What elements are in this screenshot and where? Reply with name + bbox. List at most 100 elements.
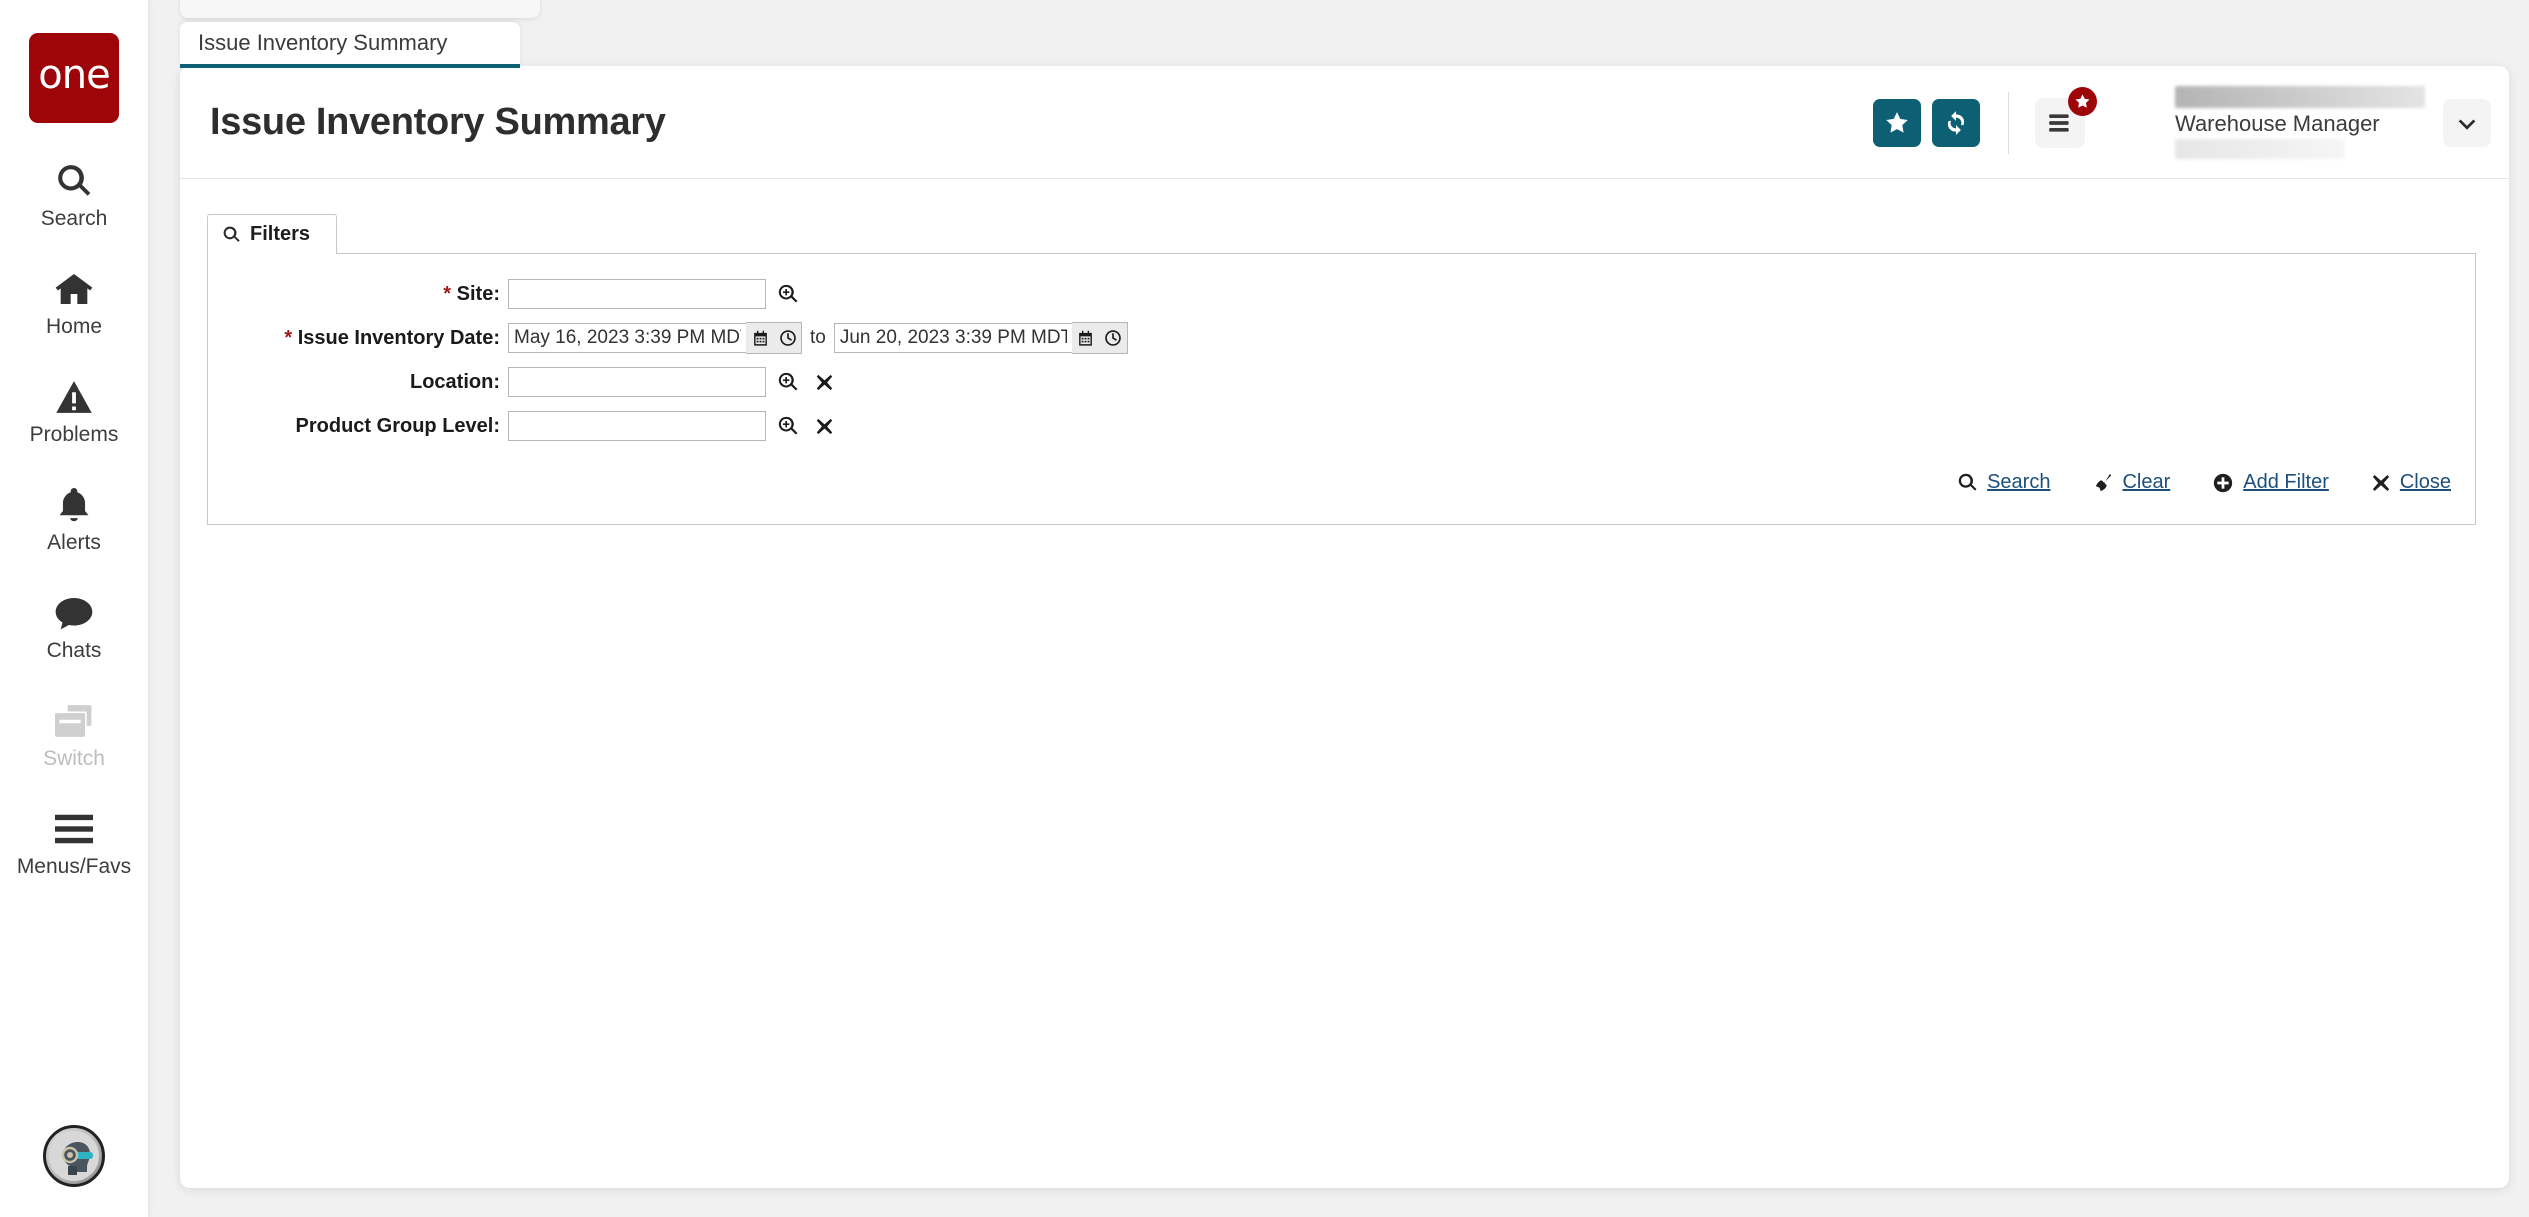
tabbar-filler [337, 253, 2476, 254]
magnify-plus-icon [778, 284, 798, 303]
sidebar-item-chats[interactable]: Chats [0, 591, 148, 663]
sidebar-item-menus-favs[interactable]: Menus/Favs [0, 807, 148, 879]
filter-actions: Search Clear Add Filter Close [208, 453, 2475, 502]
header-divider [2008, 91, 2009, 154]
sidebar-item-label: Alerts [47, 531, 101, 554]
ai-head-avatar [49, 1131, 99, 1181]
add-filter-button[interactable]: Add Filter [2212, 471, 2329, 494]
avatar[interactable] [43, 1125, 105, 1187]
tab-filters[interactable]: Filters [207, 214, 338, 254]
close-button-label: Close [2399, 471, 2451, 493]
required-asterisk: * [284, 326, 293, 349]
user-name-redacted [2175, 86, 2425, 108]
filters-panel: Filters * Site: * Issue Inventory Date: … [207, 214, 2476, 525]
site-input[interactable] [508, 279, 766, 309]
location-lookup-button[interactable] [776, 370, 800, 394]
site-lookup-button[interactable] [776, 282, 800, 306]
sidebar-item-label: Menus/Favs [16, 855, 132, 878]
filter-label-text: Issue Inventory Date: [297, 326, 500, 349]
user-org-redacted [2175, 139, 2345, 159]
home-icon [54, 267, 94, 311]
sidebar-item-home[interactable]: Home [0, 267, 148, 339]
tab-filters-label: Filters [250, 223, 311, 245]
chevron-down-icon [2458, 119, 2476, 130]
close-x-icon [816, 374, 832, 390]
results-area [180, 525, 2509, 1085]
main-window: Issue Inventory Summary Warehouse Manage… [180, 66, 2509, 1188]
clear-button[interactable]: Clear [2092, 471, 2170, 494]
refresh-button[interactable] [1932, 98, 1980, 147]
star-icon [2075, 93, 2090, 108]
sidebar-item-switch[interactable]: Switch [0, 699, 148, 771]
close-x-icon [2372, 474, 2389, 491]
filter-label-text: Site: [456, 282, 500, 305]
filters-body: * Site: * Issue Inventory Date: May 16, … [207, 253, 2476, 525]
sidebar-item-label: Problems [29, 423, 119, 446]
hamburger-icon [55, 807, 93, 851]
favorite-button[interactable] [1873, 98, 1921, 147]
issue-date-from-input[interactable] [508, 323, 746, 353]
switch-icon [55, 699, 93, 743]
sidebar-item-alerts[interactable]: Alerts [0, 483, 148, 555]
magnify-plus-icon [778, 372, 798, 391]
background-tab-strip [180, 0, 540, 18]
product-group-level-lookup-button[interactable] [776, 414, 800, 438]
sidebar-item-label: Home [45, 315, 103, 338]
product-group-level-input[interactable] [508, 411, 766, 441]
search-icon [223, 226, 240, 242]
plus-circle-icon [2214, 473, 2233, 492]
sidebar-item-label: Chats [46, 639, 102, 662]
status-badge [2068, 86, 2097, 116]
filter-label-location: Location: [410, 370, 500, 393]
warning-icon [55, 375, 93, 419]
issue-date-to-calendar-button[interactable] [1071, 322, 1100, 354]
menu-favorites-button[interactable] [2035, 86, 2097, 148]
issue-date-from-calendar-button[interactable] [746, 322, 774, 354]
filter-label-issue-inventory-date: * Issue Inventory Date: [208, 327, 508, 350]
calendar-icon [1079, 330, 1093, 346]
date-range-separator: to [810, 327, 826, 348]
user-role-label: Warehouse Manager [2175, 111, 2380, 136]
filters-tabbar: Filters [207, 214, 2476, 254]
clock-icon [1105, 330, 1122, 346]
filter-row-product-group-level: Product Group Level: [208, 409, 2475, 443]
user-profile-block[interactable]: Warehouse Manager [2175, 86, 2425, 159]
sidebar-item-search[interactable]: Search [0, 159, 148, 231]
search-button[interactable]: Search [1957, 471, 2050, 494]
sidebar-item-problems[interactable]: Problems [0, 375, 148, 447]
search-button-label: Search [1987, 471, 2051, 493]
issue-date-to-time-button[interactable] [1099, 322, 1128, 354]
brand-logo[interactable]: one [29, 33, 119, 123]
filter-label-site: * Site: [208, 283, 508, 306]
close-button[interactable]: Close [2371, 471, 2451, 494]
location-input[interactable] [508, 367, 766, 397]
brand-logo-text: one [38, 52, 110, 98]
magnify-plus-icon [778, 416, 798, 435]
tab-label: Issue Inventory Summary [198, 30, 448, 55]
page-title: Issue Inventory Summary [210, 100, 666, 143]
chat-icon [54, 591, 94, 635]
star-icon [1886, 111, 1908, 133]
filter-row-site: * Site: [208, 277, 2475, 311]
close-x-icon [816, 418, 832, 434]
location-clear-button[interactable] [813, 371, 835, 393]
issue-date-to-input[interactable] [833, 323, 1072, 353]
sidebar-item-label: Search [40, 207, 108, 230]
filter-label-product-group-level: Product Group Level: [295, 414, 500, 437]
filter-row-location: Location: [208, 365, 2475, 399]
browser-tab-issue-inventory-summary[interactable]: Issue Inventory Summary [180, 22, 520, 68]
refresh-icon [1947, 110, 1965, 135]
calendar-icon [753, 330, 767, 346]
sidebar-item-label: Switch [43, 747, 105, 770]
list-icon [2049, 113, 2069, 132]
broom-icon [2096, 474, 2112, 492]
add-filter-button-label: Add Filter [2243, 471, 2329, 493]
header-actions: Warehouse Manager [1862, 66, 2491, 179]
issue-date-from-time-button[interactable] [774, 322, 802, 354]
user-menu-button[interactable] [2443, 98, 2491, 147]
search-icon [1958, 473, 1977, 491]
left-sidebar: one Search Home Problems Alerts Chats Sw… [0, 0, 148, 1217]
bell-icon [57, 483, 91, 527]
product-group-level-clear-button[interactable] [813, 415, 835, 437]
page-header: Issue Inventory Summary Warehouse Manage… [180, 66, 2509, 179]
